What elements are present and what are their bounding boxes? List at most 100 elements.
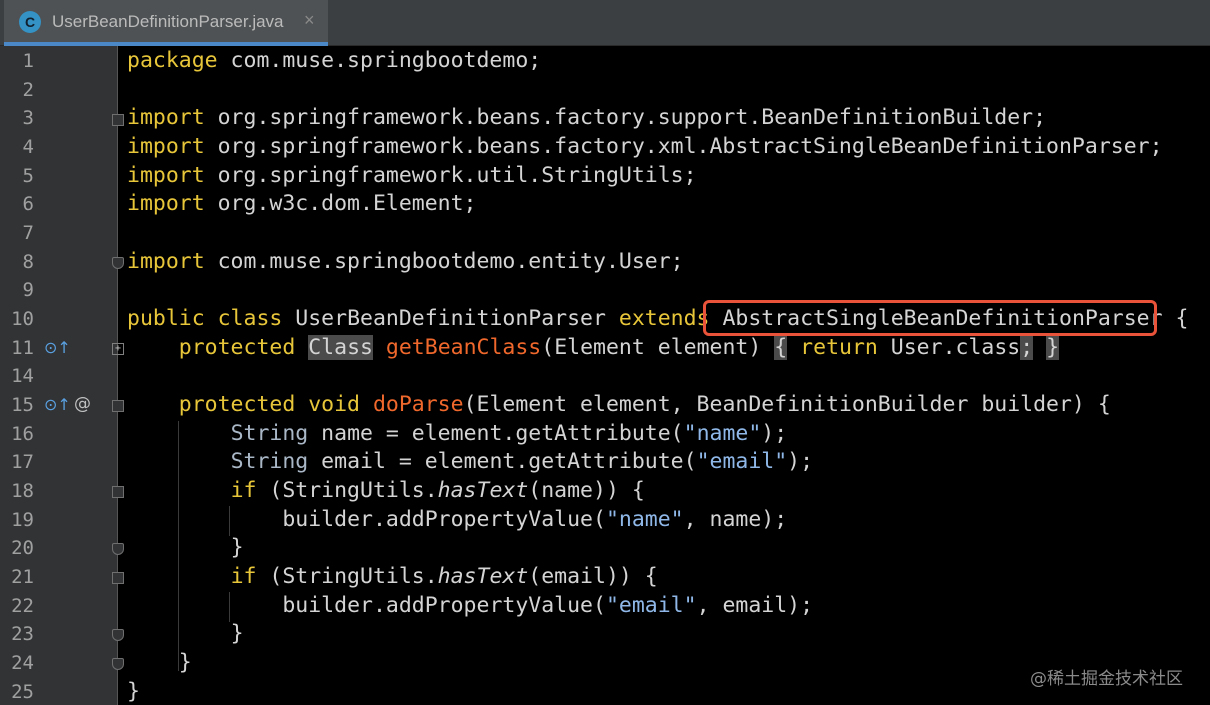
string-literal: "email" xyxy=(605,593,697,618)
code-text: org.springframework.beans.factory.suppor… xyxy=(204,105,1047,130)
code-text: builder.addPropertyValue( xyxy=(282,507,606,532)
keyword: import xyxy=(127,105,205,130)
line-number: 4 xyxy=(22,136,34,158)
line-number: 1 xyxy=(22,50,34,72)
fold-marker-icon[interactable] xyxy=(112,658,124,670)
fold-marker-icon[interactable] xyxy=(112,543,124,555)
keyword: import xyxy=(127,249,205,274)
line-number: 8 xyxy=(22,251,34,273)
fold-marker-icon[interactable] xyxy=(112,486,124,498)
keyword: import xyxy=(127,163,205,188)
close-icon[interactable]: × xyxy=(304,10,315,31)
line-number: 11 xyxy=(11,337,34,359)
code-text: name = element.getAttribute( xyxy=(308,421,684,446)
line-number: 15 xyxy=(11,394,34,416)
line-number: 6 xyxy=(22,193,34,215)
code-line-8: import com.muse.springbootdemo.entity.Us… xyxy=(127,249,684,274)
code-line-21: if (StringUtils.hasText(email)) { xyxy=(127,564,658,589)
code-line-17: String email = element.getAttribute("ema… xyxy=(127,449,814,474)
keyword: public class xyxy=(127,306,283,331)
line-number: 25 xyxy=(11,681,34,703)
line-number: 10 xyxy=(11,308,34,330)
editor-tab-bar: C UserBeanDefinitionParser.java × xyxy=(0,0,1210,46)
line-number: 14 xyxy=(11,365,34,387)
watermark: @稀土掘金技术社区 xyxy=(1030,669,1183,689)
override-method-icon[interactable]: ⊙↑ xyxy=(44,395,71,414)
keyword: return xyxy=(787,335,891,360)
line-number: 20 xyxy=(11,537,34,559)
class-name: UserBeanDefinitionParser xyxy=(282,306,619,331)
folded-brace[interactable]: } xyxy=(1046,335,1060,360)
keyword: package xyxy=(127,48,218,73)
code-text: ); xyxy=(761,421,788,446)
line-number: 19 xyxy=(11,509,34,531)
override-method-icon[interactable]: ⊙↑ xyxy=(44,338,71,357)
keyword: import xyxy=(127,191,205,216)
code-line-15: protected void doParse(Element element, … xyxy=(127,392,1111,417)
static-method: hasText xyxy=(437,478,529,503)
expand-fold-icon[interactable]: + xyxy=(112,343,124,355)
code-text: (name)) { xyxy=(528,478,645,503)
fold-marker-icon[interactable] xyxy=(112,572,124,584)
code-line-5: import org.springframework.util.StringUt… xyxy=(127,163,697,188)
method-name: getBeanClass xyxy=(385,335,542,360)
code-line-16: String name = element.getAttribute("name… xyxy=(127,421,788,446)
type-highlight: Class xyxy=(308,335,373,360)
code-line-23: } xyxy=(127,621,244,646)
code-text: , email); xyxy=(696,593,814,618)
code-text: (email)) { xyxy=(528,564,658,589)
code-text: , name); xyxy=(683,507,788,532)
code-line-1: package com.muse.springbootdemo; xyxy=(127,48,541,73)
code-text: email = element.getAttribute( xyxy=(308,449,697,474)
code-text: (StringUtils. xyxy=(256,478,438,503)
code-editor[interactable]: 1 2 3 4 5 6 7 8 9 10 11 14 15 16 17 18 1… xyxy=(0,46,1210,705)
tab-userbeandefinitionparser[interactable]: C UserBeanDefinitionParser.java × xyxy=(4,0,328,46)
code-text: (Element element) xyxy=(541,335,762,360)
code-text: ); xyxy=(787,449,814,474)
line-number: 21 xyxy=(11,566,34,588)
code-text: User.class xyxy=(890,335,1021,360)
string-literal: "email" xyxy=(696,449,788,474)
keyword: import xyxy=(127,134,205,159)
code-text: } xyxy=(230,535,244,560)
code-line-18: if (StringUtils.hasText(name)) { xyxy=(127,478,645,503)
line-number: 2 xyxy=(22,79,34,101)
line-number: 16 xyxy=(11,423,34,445)
highlight-annotation-box xyxy=(703,300,1157,336)
fold-marker-icon[interactable] xyxy=(112,114,124,126)
line-number: 9 xyxy=(22,279,34,301)
code-text: builder.addPropertyValue( xyxy=(282,593,606,618)
folded-brace[interactable]: { xyxy=(774,335,788,360)
fold-marker-icon[interactable] xyxy=(112,400,124,412)
annotation-icon[interactable]: @ xyxy=(74,394,91,414)
static-method: hasText xyxy=(437,564,529,589)
line-number: 7 xyxy=(22,222,34,244)
code-text: org.springframework.beans.factory.xml.Ab… xyxy=(204,134,1163,159)
line-number: 22 xyxy=(11,595,34,617)
code-text: (StringUtils. xyxy=(256,564,438,589)
code-text: } xyxy=(178,650,192,675)
line-number: 18 xyxy=(11,480,34,502)
keyword: if xyxy=(230,564,257,589)
fold-marker-icon[interactable] xyxy=(112,257,124,269)
code-line-4: import org.springframework.beans.factory… xyxy=(127,134,1163,159)
fold-marker-icon[interactable] xyxy=(112,629,124,641)
java-class-icon: C xyxy=(19,11,41,33)
keyword: extends xyxy=(618,306,710,331)
code-text: com.muse.springbootdemo.entity.User; xyxy=(204,249,684,274)
code-text: } xyxy=(127,679,140,704)
line-number: 17 xyxy=(11,451,34,473)
